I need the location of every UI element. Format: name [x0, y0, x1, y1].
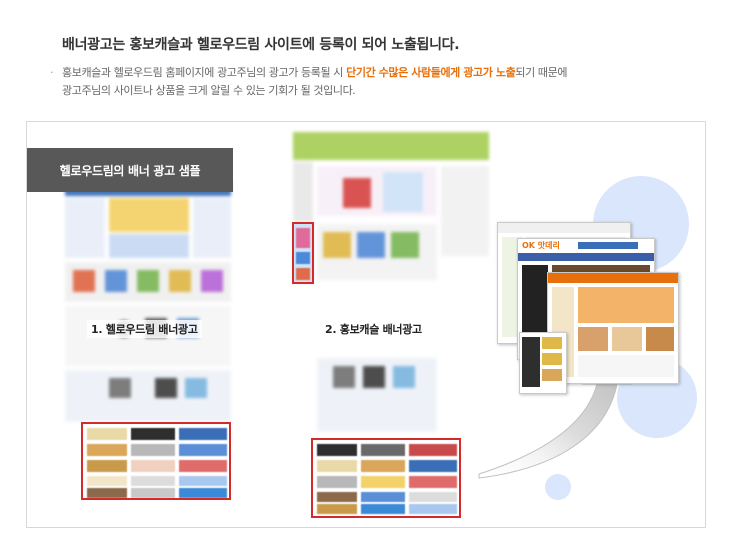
- headline: 배너광고는 홍보캐슬과 헬로우드림 사이트에 등록이 되어 노출됩니다.: [62, 37, 460, 53]
- sample-panel: 1. 헬로우드림 배너광고 2. 홍보캐슬 배너광고 헬로우드림의 배너 광고 …: [26, 121, 706, 528]
- desc-line1-after: 되기 때문에: [515, 66, 568, 79]
- desc-line2: 광고주님의 사이트나 상품을 크게 알릴 수 있는 기회가 될 것입니다.: [62, 84, 356, 97]
- description: · 홍보캐슬과 헬로우드림 홈페이지에 광고주님의 광고가 등록될 시 단기간 수…: [50, 64, 710, 100]
- desc-highlight: 단기간 수많은 사람들에게 광고가 노출: [346, 66, 516, 79]
- bullet: ·: [50, 66, 54, 79]
- site-thumb-bottom: [519, 332, 567, 394]
- desc-line1-before: 홍보캐슬과 헬로우드림 홈페이지에 광고주님의 광고가 등록될 시: [62, 66, 347, 79]
- mini-logo: OK 맛데리: [522, 241, 572, 251]
